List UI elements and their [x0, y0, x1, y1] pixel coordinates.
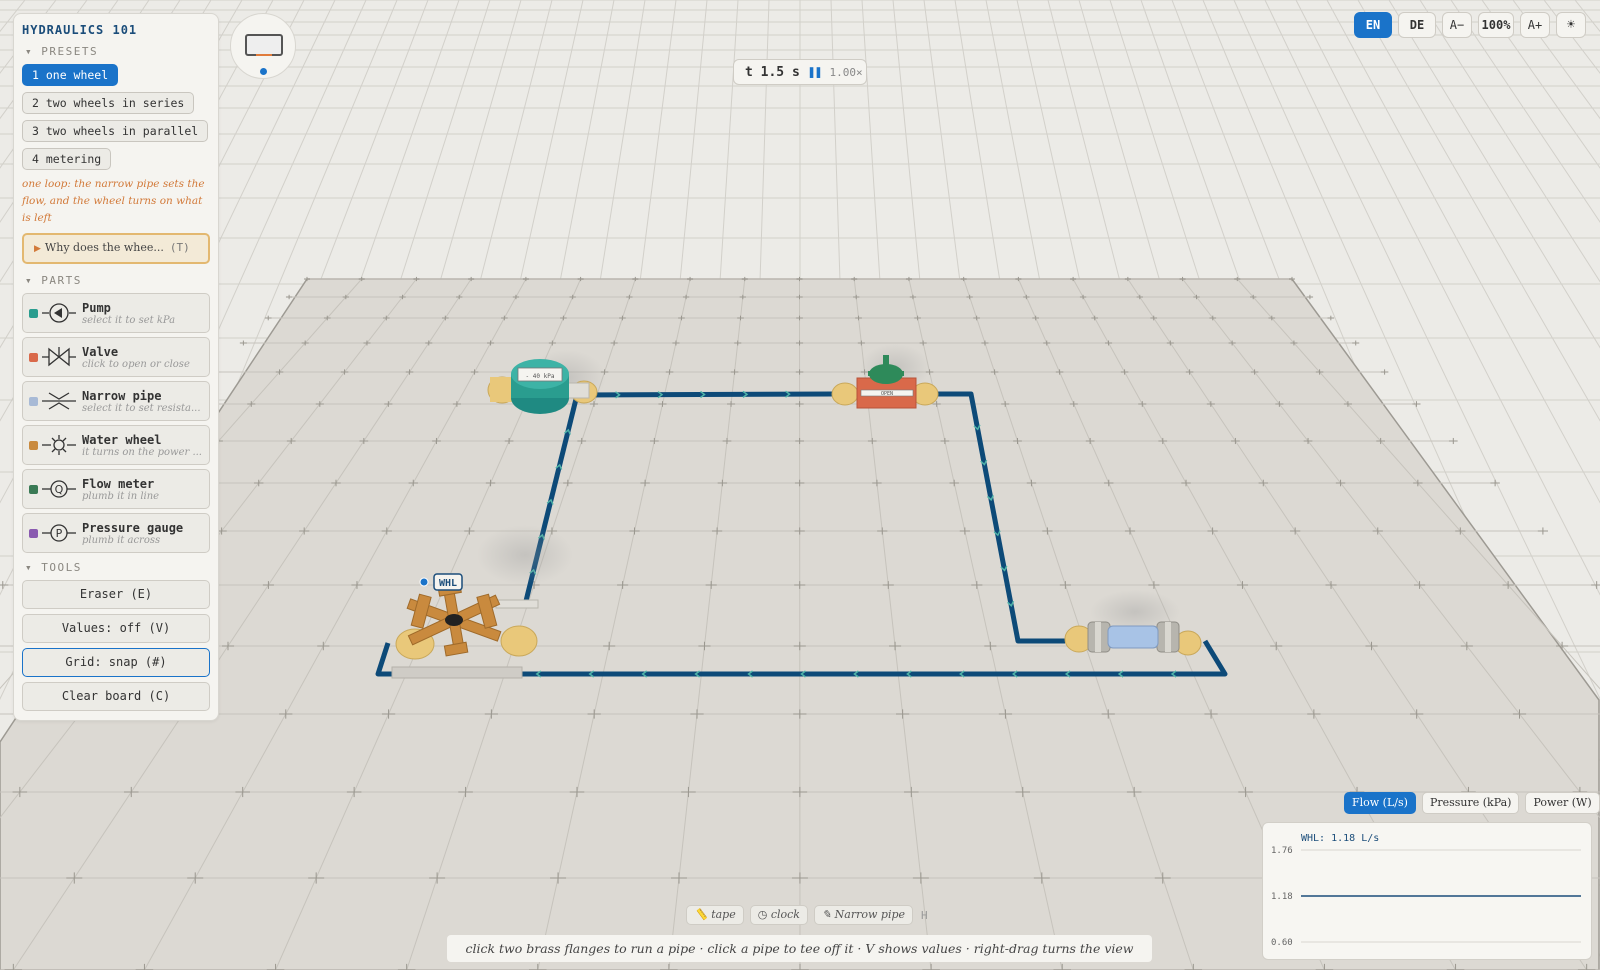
- part-color-swatch: [29, 308, 38, 318]
- presets-heading[interactable]: ▾ PRESETS: [25, 45, 210, 58]
- hide-shortcut: H: [921, 908, 928, 922]
- lang-en-button[interactable]: EN: [1354, 12, 1392, 38]
- preset-hint: one loop: the narrow pipe sets the flow,…: [22, 178, 205, 224]
- top-right-controls: EN DE A− 100% A+ ☀: [1354, 12, 1586, 38]
- zoom-level: 100%: [1478, 12, 1514, 38]
- tab-power[interactable]: Power (W): [1525, 792, 1600, 814]
- part-desc: click to open or close: [82, 358, 190, 370]
- part-color-swatch: [29, 440, 38, 450]
- part-pressure-gauge[interactable]: P Pressure gauge plumb it across: [22, 513, 210, 553]
- part-desc: select it to set kPa: [82, 314, 176, 326]
- part-color-swatch: [29, 396, 38, 406]
- part-name: Valve: [82, 344, 119, 359]
- svg-text:P: P: [56, 527, 63, 540]
- time-control[interactable]: t 1.5 s ❚❚ 1.00×: [733, 59, 867, 85]
- values-toggle-button[interactable]: Values: off (V): [22, 614, 210, 643]
- caret-right-icon: ▶: [34, 244, 41, 254]
- water-wheel-icon: [42, 435, 76, 455]
- parts-heading[interactable]: ▾ PARTS: [25, 274, 210, 287]
- monitor-icon: [245, 34, 283, 56]
- bottom-tools: 📏 tape ◷ clock ✎ Narrow pipe H: [686, 905, 928, 925]
- chart-title: WHL: 1.18 L/s: [1301, 833, 1379, 844]
- y-tick-mid: 1.18: [1271, 892, 1293, 902]
- part-desc: plumb it across: [82, 534, 161, 546]
- chart-tabs: Flow (L/s) Pressure (kPa) Power (W): [1344, 792, 1600, 814]
- preset-one-wheel[interactable]: 1 one wheel: [22, 64, 119, 86]
- part-flow-meter[interactable]: Q Flow meter plumb it in line: [22, 469, 210, 509]
- tape-tool-chip[interactable]: 📏 tape: [686, 905, 744, 925]
- svg-text:Q: Q: [55, 483, 64, 496]
- why-label: Why does the whee...: [44, 241, 164, 254]
- why-toggle-button[interactable]: ▶ Why does the whee... (T): [22, 233, 210, 264]
- speed-readout[interactable]: 1.00×: [829, 66, 862, 79]
- wheel-tag-text: WHL: [439, 578, 457, 589]
- lang-de-button[interactable]: DE: [1398, 12, 1436, 38]
- flow-chart: WHL: 1.18 L/s 1.76 1.18 0.60: [1271, 833, 1581, 948]
- part-water-wheel[interactable]: Water wheel it turns on the power ...: [22, 425, 210, 465]
- view-dot: [260, 68, 267, 75]
- y-tick-top: 1.76: [1271, 846, 1293, 856]
- clock-tool-chip[interactable]: ◷ clock: [749, 905, 808, 925]
- chart-panel: WHL: 1.18 L/s 1.76 1.18 0.60: [1262, 822, 1592, 960]
- part-name: Flow meter: [82, 476, 155, 491]
- pump-icon: [42, 303, 76, 323]
- part-color-swatch: [29, 352, 38, 362]
- narrow-pipe-icon: [42, 392, 76, 410]
- preset-two-wheels-series[interactable]: 2 two wheels in series: [22, 92, 195, 114]
- pause-icon[interactable]: ❚❚: [808, 65, 823, 80]
- view-orientation-widget[interactable]: [230, 13, 296, 79]
- part-name: Pump: [82, 300, 111, 315]
- clear-board-button[interactable]: Clear board (C): [22, 682, 210, 711]
- part-narrow-pipe[interactable]: Narrow pipe select it to set resista...: [22, 381, 210, 421]
- part-desc: plumb it in line: [82, 490, 160, 502]
- tab-flow[interactable]: Flow (L/s): [1344, 792, 1416, 814]
- tab-pressure[interactable]: Pressure (kPa): [1421, 792, 1520, 814]
- part-pump[interactable]: Pump select it to set kPa: [22, 293, 210, 333]
- sun-icon[interactable]: ☀: [1556, 12, 1586, 38]
- part-name: Narrow pipe: [82, 388, 162, 403]
- why-shortcut: (T): [169, 241, 190, 254]
- wheel-base: [391, 666, 523, 679]
- font-increase-button[interactable]: A+: [1520, 12, 1550, 38]
- time-readout: t 1.5 s: [745, 64, 800, 80]
- instruction-bar: click two brass flanges to run a pipe · …: [447, 935, 1152, 962]
- tools-heading[interactable]: ▾ TOOLS: [25, 561, 210, 574]
- part-color-swatch: [29, 484, 38, 494]
- wheel-indicator-dot: [419, 577, 429, 587]
- valve-icon: [42, 347, 76, 367]
- valve-state-label: OPEN: [881, 391, 893, 397]
- part-name: Pressure gauge: [82, 520, 184, 535]
- app-title: HYDRAULICS 101: [22, 23, 138, 37]
- part-name: Water wheel: [82, 432, 162, 447]
- part-desc: it turns on the power ...: [82, 446, 202, 458]
- narrow-pipe-tool-chip[interactable]: ✎ Narrow pipe: [813, 905, 914, 925]
- wheel-tag: WHL: [433, 573, 463, 591]
- sidebar-panel: HYDRAULICS 101 ▾ PRESETS 1 one wheel 2 t…: [13, 13, 219, 721]
- preset-metering[interactable]: 4 metering: [22, 148, 112, 170]
- pressure-gauge-icon: P: [42, 524, 76, 542]
- grid-snap-button[interactable]: Grid: snap (#): [22, 648, 210, 677]
- font-decrease-button[interactable]: A−: [1442, 12, 1472, 38]
- part-valve[interactable]: Valve click to open or close: [22, 337, 210, 377]
- flow-meter-icon: Q: [42, 480, 76, 498]
- part-color-swatch: [29, 528, 38, 538]
- eraser-tool-button[interactable]: Eraser (E): [22, 580, 210, 609]
- y-tick-bottom: 0.60: [1271, 938, 1293, 948]
- preset-two-wheels-parallel[interactable]: 3 two wheels in parallel: [22, 120, 209, 142]
- pump-pressure-label: - 40 kPa: [526, 373, 555, 380]
- part-desc: select it to set resista...: [82, 402, 201, 414]
